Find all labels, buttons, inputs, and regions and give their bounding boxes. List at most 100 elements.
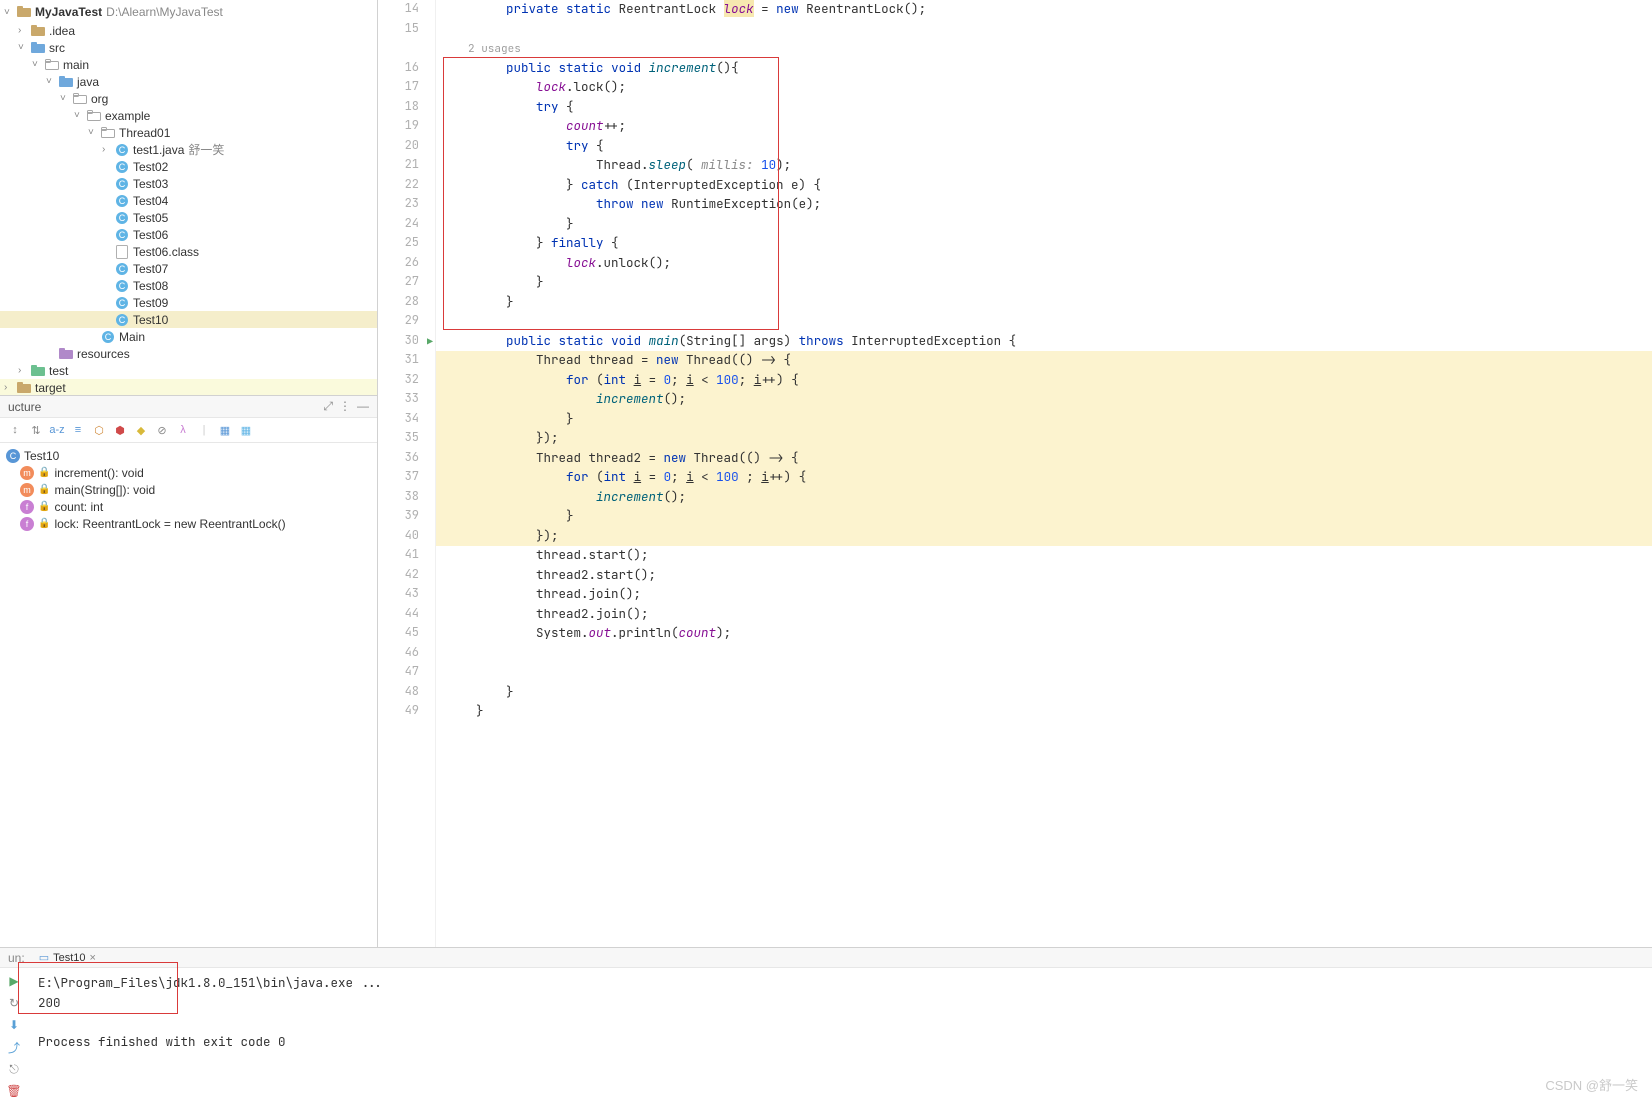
tree-item-test[interactable]: ›test (0, 362, 377, 379)
structure-tool-3[interactable]: ≡ (69, 421, 87, 439)
gutter-line[interactable]: 41 (378, 546, 435, 566)
chevron-icon[interactable]: › (4, 382, 16, 393)
code-line[interactable] (436, 663, 1652, 683)
tree-item-test08[interactable]: CTest08 (0, 277, 377, 294)
chevron-icon[interactable]: ˅ (32, 59, 44, 70)
gutter-line[interactable]: 47 (378, 663, 435, 683)
code-line[interactable]: throw new RuntimeException(e); (436, 195, 1652, 215)
chevron-icon[interactable]: ˅ (60, 93, 72, 104)
code-line[interactable]: } catch (InterruptedException e) { (436, 176, 1652, 196)
structure-tool-7[interactable]: ⊘ (153, 421, 171, 439)
gutter-line[interactable]: 29 (378, 312, 435, 332)
code-line[interactable] (436, 644, 1652, 664)
run-gutter-icon[interactable]: ▶ (427, 335, 433, 348)
code-line[interactable]: for (int i = 0; i < 100; i++) { (436, 371, 1652, 391)
editor[interactable]: 1415161718192021222324252627282930▶31323… (378, 0, 1652, 947)
code-line[interactable]: count++; (436, 117, 1652, 137)
structure-member[interactable]: f🔒lock: ReentrantLock = new ReentrantLoc… (6, 515, 371, 532)
gutter-line[interactable]: 24 (378, 215, 435, 235)
code-line[interactable]: } (436, 293, 1652, 313)
tree-item-java[interactable]: ˅java (0, 73, 377, 90)
gutter-line[interactable]: 43 (378, 585, 435, 605)
code-line[interactable]: lock.lock(); (436, 78, 1652, 98)
run-tool-5[interactable]: 🗑 (5, 1082, 23, 1100)
structure-tool-1[interactable]: ⇅ (27, 421, 45, 439)
code-line[interactable]: } (436, 507, 1652, 527)
run-tool-1[interactable]: ↻ (5, 994, 23, 1012)
structure-tool-11[interactable]: ▦ (237, 421, 255, 439)
structure-tool-10[interactable]: ▦ (216, 421, 234, 439)
minimize-icon[interactable]: — (357, 399, 369, 414)
chevron-icon[interactable]: ˅ (4, 7, 16, 18)
code-line[interactable]: for (int i = 0; i < 100 ; i++) { (436, 468, 1652, 488)
code-line[interactable]: try { (436, 137, 1652, 157)
gutter-line[interactable]: 15 (378, 20, 435, 40)
tree-item-test06-class[interactable]: Test06.class (0, 243, 377, 260)
chevron-icon[interactable]: ˅ (74, 110, 86, 121)
code-line[interactable]: thread.join(); (436, 585, 1652, 605)
code-line[interactable]: } (436, 683, 1652, 703)
tree-item-test06[interactable]: CTest06 (0, 226, 377, 243)
tree-item--idea[interactable]: ›.idea (0, 22, 377, 39)
code-line[interactable]: } finally { (436, 234, 1652, 254)
gutter-line[interactable]: 21 (378, 156, 435, 176)
code-line[interactable]: try { (436, 98, 1652, 118)
code-line[interactable]: }); (436, 527, 1652, 547)
structure-tool-5[interactable]: ⬢ (111, 421, 129, 439)
tree-item-org[interactable]: ˅org (0, 90, 377, 107)
gutter-line[interactable]: 31 (378, 351, 435, 371)
expand-icon[interactable]: ⤢ (323, 399, 333, 414)
gutter-line[interactable]: 19 (378, 117, 435, 137)
gutter-line[interactable]: 26 (378, 254, 435, 274)
gutter-line[interactable]: 22 (378, 176, 435, 196)
code-line[interactable]: public static void increment(){ (436, 59, 1652, 79)
tree-item-test04[interactable]: CTest04 (0, 192, 377, 209)
gutter-line[interactable]: 16 (378, 59, 435, 79)
structure-class[interactable]: CTest10 (6, 447, 371, 464)
code-line[interactable]: } (436, 273, 1652, 293)
structure-tool-6[interactable]: ◆ (132, 421, 150, 439)
gutter-line[interactable]: 33 (378, 390, 435, 410)
gutter-line[interactable]: 17 (378, 78, 435, 98)
structure-tool-4[interactable]: ⬡ (90, 421, 108, 439)
tree-item-main[interactable]: ˅main (0, 56, 377, 73)
code-line[interactable]: System.out.println(count); (436, 624, 1652, 644)
gutter-line[interactable]: 20 (378, 137, 435, 157)
code-line[interactable] (436, 20, 1652, 40)
gutter-line[interactable]: 14 (378, 0, 435, 20)
run-output[interactable]: E:\Program_Files\jdk1.8.0_151\bin\java.e… (28, 968, 1652, 1104)
tree-item-test02[interactable]: CTest02 (0, 158, 377, 175)
tree-item-example[interactable]: ˅example (0, 107, 377, 124)
code-line[interactable]: lock.unlock(); (436, 254, 1652, 274)
structure-member[interactable]: m🔒main(String[]): void (6, 481, 371, 498)
tree-item-src[interactable]: ˅src (0, 39, 377, 56)
tree-item-test1-java[interactable]: ›Ctest1.java舒一笑 (0, 141, 377, 158)
gutter-line[interactable]: 35 (378, 429, 435, 449)
tree-item-target[interactable]: ›target (0, 379, 377, 396)
code-line[interactable]: increment(); (436, 488, 1652, 508)
run-tab[interactable]: ▭ Test10 × (33, 949, 102, 967)
gutter-line[interactable]: 45 (378, 624, 435, 644)
gutter-line[interactable]: 39 (378, 507, 435, 527)
tree-item-myjavatest[interactable]: ˅MyJavaTestD:\Alearn\MyJavaTest (0, 2, 377, 22)
code-line[interactable]: private static ReentrantLock lock = new … (436, 0, 1652, 20)
chevron-icon[interactable]: › (18, 25, 30, 36)
gutter-line[interactable]: 25 (378, 234, 435, 254)
gutter-line[interactable]: 27 (378, 273, 435, 293)
code-line[interactable]: Thread.sleep( millis: 10); (436, 156, 1652, 176)
tree-item-test03[interactable]: CTest03 (0, 175, 377, 192)
gutter-line[interactable]: 40 (378, 527, 435, 547)
gutter-line[interactable]: 46 (378, 644, 435, 664)
menu-icon[interactable]: ⋮ (339, 399, 351, 414)
chevron-icon[interactable]: ˅ (18, 42, 30, 53)
structure-member[interactable]: f🔒count: int (6, 498, 371, 515)
code-line[interactable]: } (436, 215, 1652, 235)
gutter-line[interactable]: 28 (378, 293, 435, 313)
gutter-line[interactable]: 38 (378, 488, 435, 508)
chevron-icon[interactable]: › (18, 365, 30, 376)
code-line[interactable]: public static void main(String[] args) t… (436, 332, 1652, 352)
gutter-line[interactable]: 18 (378, 98, 435, 118)
gutter-line[interactable] (378, 39, 435, 59)
structure-tool-2[interactable]: a-z (48, 421, 66, 439)
code-line[interactable]: thread.start(); (436, 546, 1652, 566)
